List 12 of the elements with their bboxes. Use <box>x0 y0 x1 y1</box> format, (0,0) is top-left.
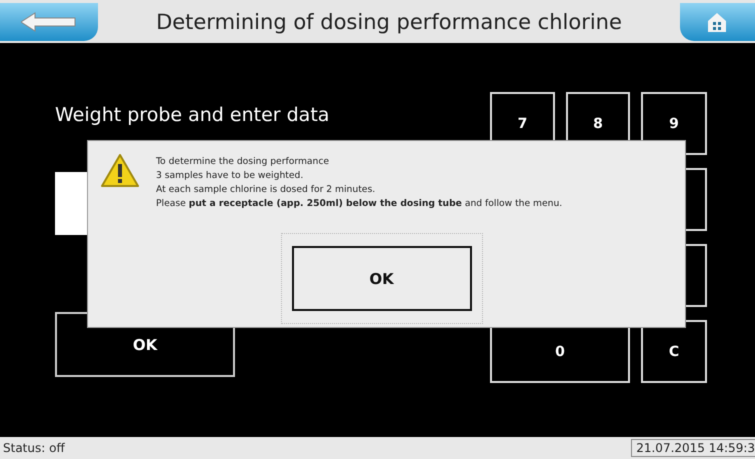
keypad-key[interactable]: C <box>641 320 707 383</box>
status-text: Status: off <box>3 441 65 455</box>
dialog-ok-button[interactable]: OK <box>292 246 472 311</box>
dialog-message: To determine the dosing performance 3 samples have to be weighted. At each sample chlorine is dosed for 2 minutes. Please put a receptacle (app. 250ml) below the dosing tube and follow the menu. <box>156 155 562 211</box>
back-button[interactable] <box>0 2 98 40</box>
back-arrow-icon <box>21 12 77 32</box>
timestamp: 21.07.2015 14:59:3 <box>631 439 755 457</box>
warning-icon <box>100 153 140 189</box>
page-title: Determining of dosing performance chlorine <box>156 10 622 34</box>
instruction-text: Weight probe and enter data <box>55 104 330 126</box>
home-button[interactable] <box>680 2 755 40</box>
home-icon <box>706 10 728 32</box>
